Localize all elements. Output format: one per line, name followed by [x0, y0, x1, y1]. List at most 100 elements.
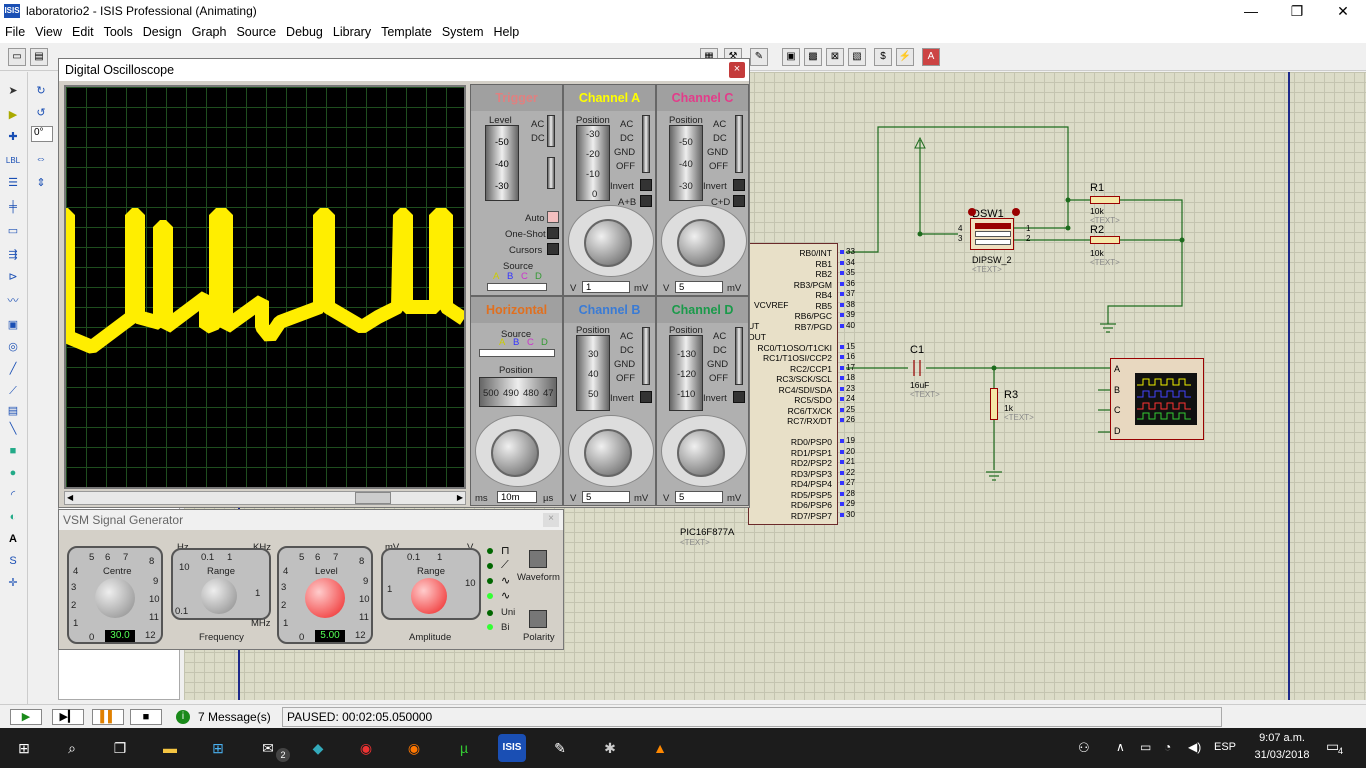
- paint-icon[interactable]: ✎: [546, 734, 574, 762]
- trigger-source-slider[interactable]: [487, 283, 547, 291]
- task-view-icon[interactable]: ❐: [106, 734, 134, 762]
- language-indicator[interactable]: ESP: [1214, 741, 1236, 753]
- pic-name: PIC16F877A: [680, 527, 735, 538]
- horizontal-time-knob[interactable]: [491, 429, 539, 477]
- pic-pin-number: 40: [846, 320, 855, 330]
- trigger-cursors-toggle[interactable]: [547, 243, 559, 255]
- ch-b-gnd: GND: [614, 359, 636, 370]
- dsw-pin: 2: [1026, 234, 1031, 243]
- level-knob[interactable]: [305, 578, 345, 618]
- ch-a-combo-toggle[interactable]: [640, 195, 652, 207]
- ch-a-invert-toggle[interactable]: [640, 179, 652, 191]
- ch-d-value[interactable]: 5: [675, 491, 723, 503]
- horizontal-source-slider[interactable]: [479, 349, 555, 357]
- store-icon[interactable]: ⊞: [204, 734, 232, 762]
- amplitude-knob[interactable]: [411, 578, 447, 614]
- pic-pin-number: 19: [846, 436, 855, 445]
- ch-a-coupling-switch[interactable]: [642, 115, 650, 173]
- ch-c-invert-label: Invert: [703, 181, 727, 192]
- centre-knob[interactable]: [95, 578, 135, 618]
- amp-tick: 1: [387, 584, 393, 595]
- ch-b-unit: mV: [634, 493, 649, 504]
- resistor-r2[interactable]: [1090, 236, 1120, 244]
- ch-c-volts-knob[interactable]: [677, 219, 725, 267]
- trigger-oneshot-toggle[interactable]: [547, 227, 559, 239]
- clock-date[interactable]: 31/03/2018: [1250, 749, 1314, 761]
- trigger-title: Trigger: [471, 85, 562, 111]
- h-value[interactable]: 10m: [497, 491, 537, 503]
- level-tick: 8: [359, 556, 365, 567]
- ch-b-volts-knob[interactable]: [584, 429, 632, 477]
- clock-time[interactable]: 9:07 a.m.: [1252, 732, 1312, 744]
- taskbar: ⊞ ⌕ ❐ ▬ ⊞ ✉ 2 ◆ ◉ ◉ µ ISIS ✎ ✱ ▲ ⚇ ∧ ▭ ◔…: [0, 728, 1366, 768]
- pic-pin-label: RD5/PSP5: [790, 489, 832, 500]
- ch-b-invert-toggle[interactable]: [640, 391, 652, 403]
- polarity-led-active: [487, 624, 493, 630]
- pause-button[interactable]: ▌▌: [92, 709, 124, 725]
- windows-start-icon[interactable]: ⊞: [10, 734, 38, 762]
- ch-c-invert-toggle[interactable]: [733, 179, 745, 191]
- ch-d-volts-knob[interactable]: [677, 429, 725, 477]
- pic-pin-number: 15: [846, 341, 855, 351]
- pic-pin-number: 17: [846, 362, 855, 372]
- pic-pin-marker: [840, 260, 844, 265]
- scope-screen: [61, 85, 468, 489]
- vlc-icon[interactable]: ▲: [646, 734, 674, 762]
- siggen-close-button[interactable]: ×: [543, 513, 559, 527]
- search-icon[interactable]: ⌕: [58, 734, 86, 762]
- scroll-thumb[interactable]: [355, 492, 391, 504]
- dip-switch[interactable]: [970, 218, 1014, 250]
- ch-d-invert-toggle[interactable]: [733, 391, 745, 403]
- pic-pin-label: RB2: [815, 269, 832, 279]
- pic-pin-label: RD3/PSP3: [790, 468, 832, 479]
- pic-pin-marker: [840, 250, 844, 254]
- messages-count[interactable]: 7 Message(s): [198, 710, 271, 724]
- file-explorer-icon[interactable]: ▬: [156, 734, 184, 762]
- utorrent-icon[interactable]: µ: [450, 734, 478, 762]
- play-button[interactable]: ▶: [10, 709, 42, 725]
- oscilloscope-instrument[interactable]: [1110, 358, 1204, 440]
- r2-ref: R2: [1090, 224, 1105, 236]
- pic-pin-marker: [840, 439, 844, 443]
- waveform-button[interactable]: [529, 550, 547, 568]
- network-icon[interactable]: ◔: [1164, 740, 1171, 754]
- chrome-icon[interactable]: ◉: [352, 734, 380, 762]
- step-button[interactable]: ▶▎: [52, 709, 84, 725]
- ch-b-value[interactable]: 5: [582, 491, 630, 503]
- stop-button[interactable]: ■: [130, 709, 162, 725]
- battery-icon[interactable]: ▭: [1140, 740, 1151, 754]
- scope-horizontal-scrollbar[interactable]: ◀ ▶: [64, 491, 466, 505]
- volume-icon[interactable]: ◀): [1188, 740, 1201, 754]
- people-icon[interactable]: ⚇: [1078, 740, 1090, 756]
- dsw-type: DIPSW_2: [972, 255, 1012, 265]
- ch-b-coupling-switch[interactable]: [642, 327, 650, 385]
- resistor-r1[interactable]: [1090, 196, 1120, 204]
- isis-taskbar-icon[interactable]: ISIS: [498, 734, 526, 762]
- pic-pin-label: RC7/RX/DT: [787, 416, 832, 426]
- resistor-r3[interactable]: [990, 388, 998, 420]
- trigger-acdc-switch[interactable]: [547, 115, 555, 147]
- ch-a-volts-knob[interactable]: [584, 219, 632, 267]
- ch-d-tick: -110: [677, 389, 696, 400]
- scope-close-button[interactable]: ×: [729, 62, 745, 78]
- centre-tick: 7: [123, 552, 129, 563]
- ch-c-value[interactable]: 5: [675, 281, 723, 293]
- scroll-right-icon[interactable]: ▶: [457, 493, 463, 502]
- satellite-icon[interactable]: ✱: [596, 734, 624, 762]
- signal-generator-window: VSM Signal Generator × Centre 5 6 7 8 9 …: [58, 509, 564, 650]
- polarity-button[interactable]: [529, 610, 547, 628]
- scroll-left-icon[interactable]: ◀: [67, 493, 73, 502]
- pic-pin-marker: [840, 365, 844, 370]
- kodi-icon[interactable]: ◆: [304, 734, 332, 762]
- frequency-knob[interactable]: [201, 578, 237, 614]
- ch-c-coupling-switch[interactable]: [735, 115, 743, 173]
- firefox-icon[interactable]: ◉: [400, 734, 428, 762]
- ch-c-combo-toggle[interactable]: [733, 195, 745, 207]
- trigger-edge-switch[interactable]: [547, 157, 555, 189]
- frequency-panel: Hz KHz 0.1 1 10 0.1 1 Range MHz Frequenc…: [171, 542, 271, 643]
- trigger-auto-toggle[interactable]: [547, 211, 559, 223]
- ch-b-invert-label: Invert: [610, 393, 634, 404]
- ch-d-coupling-switch[interactable]: [735, 327, 743, 385]
- chevron-up-icon[interactable]: ∧: [1116, 740, 1125, 754]
- ch-a-value[interactable]: 1: [582, 281, 630, 293]
